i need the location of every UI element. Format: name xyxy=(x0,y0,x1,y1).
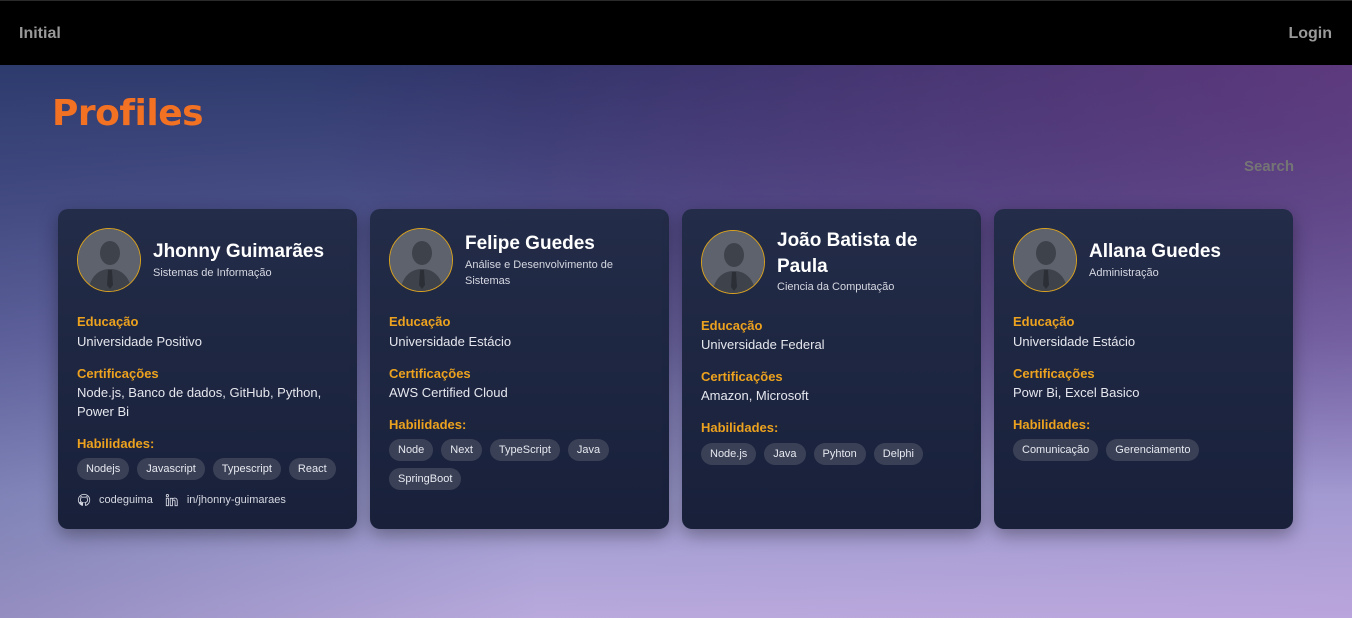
search-input[interactable] xyxy=(1174,158,1294,175)
skills-list: Node.js Java Pyhton Delphi xyxy=(701,443,966,465)
profile-course: Sistemas de Informação xyxy=(153,267,272,279)
skills-label: Habilidades: xyxy=(389,417,467,432)
profile-name: Jhonny Guimarães xyxy=(153,241,325,262)
skill-chip: Delphi xyxy=(873,443,923,465)
profile-card: João Batista de Paula Ciencia da Computa… xyxy=(682,209,981,529)
education-value: Universidade Positivo xyxy=(77,334,203,349)
skills-list: Node Next TypeScript Java SpringBoot xyxy=(389,439,654,490)
profiles-section: Profiles Jhonny Guimarães Sistemas de In… xyxy=(0,65,1352,618)
linkedin-icon xyxy=(165,494,178,507)
education-value: Universidade Federal xyxy=(701,337,825,352)
certifications-label: Certificações xyxy=(701,369,783,384)
nav-initial-link[interactable]: Initial xyxy=(19,25,61,43)
skill-chip: Java xyxy=(567,439,610,461)
person-silhouette-icon xyxy=(390,229,452,291)
skills-list: Comunicação Gerenciamento xyxy=(1013,439,1278,461)
profile-card: Felipe Guedes Análise e Desenvolvimento … xyxy=(370,209,669,529)
profile-course: Administração xyxy=(1089,267,1159,279)
skill-chip: Next xyxy=(441,439,482,461)
skill-chip: Node.js xyxy=(701,443,757,465)
skill-chip: Javascript xyxy=(137,458,205,480)
profile-card: Allana Guedes Administração Educação Uni… xyxy=(994,209,1293,529)
skill-chip: TypeScript xyxy=(489,439,560,461)
skill-chip: Comunicação xyxy=(1013,439,1099,461)
profile-card: Jhonny Guimarães Sistemas de Informação … xyxy=(58,209,357,529)
skill-chip: Node xyxy=(389,439,434,461)
social-links: codeguima in/jhonny-guimaraes xyxy=(77,493,298,507)
avatar xyxy=(701,230,765,294)
page-title: Profiles xyxy=(52,93,204,134)
certifications-value: AWS Certified Cloud xyxy=(389,385,508,400)
skill-chip: Typescript xyxy=(212,458,281,480)
avatar xyxy=(77,228,141,292)
education-label: Educação xyxy=(389,314,451,329)
profile-name: Allana Guedes xyxy=(1089,241,1221,262)
education-value: Universidade Estácio xyxy=(1013,334,1136,349)
skill-chip: React xyxy=(288,458,336,480)
person-silhouette-icon xyxy=(702,231,764,293)
education-label: Educação xyxy=(701,318,763,333)
certifications-label: Certificações xyxy=(389,366,471,381)
nav-login-link[interactable]: Login xyxy=(1288,25,1332,43)
skills-label: Habilidades: xyxy=(701,420,779,435)
linkedin-handle: in/jhonny-guimaraes xyxy=(186,494,286,506)
certifications-value: Powr Bi, Excel Basico xyxy=(1013,385,1140,400)
certifications-value: Node.js, Banco de dados, GitHub, Python,… xyxy=(77,385,322,419)
profile-course: Análise e Desenvolvimento de Sistemas xyxy=(465,259,613,287)
skill-chip: Gerenciamento xyxy=(1106,439,1200,461)
person-silhouette-icon xyxy=(78,229,140,291)
top-navbar: Initial Login xyxy=(0,0,1352,65)
skill-chip: SpringBoot xyxy=(389,468,462,490)
certifications-value: Amazon, Microsoft xyxy=(701,388,809,403)
education-label: Educação xyxy=(1013,314,1075,329)
skills-label: Habilidades: xyxy=(77,436,155,451)
certifications-label: Certificações xyxy=(77,366,159,381)
profile-name: Felipe Guedes xyxy=(465,233,595,254)
github-icon xyxy=(77,493,91,506)
person-silhouette-icon xyxy=(1014,229,1076,291)
skills-list: Nodejs Javascript Typescript React xyxy=(77,458,342,480)
skills-label: Habilidades: xyxy=(1013,417,1091,432)
github-link[interactable]: codeguima xyxy=(77,493,153,507)
skill-chip: Pyhton xyxy=(813,443,866,465)
github-username: codeguima xyxy=(99,494,153,506)
profile-course: Ciencia da Computação xyxy=(777,281,895,293)
avatar xyxy=(1013,228,1077,292)
avatar xyxy=(389,228,453,292)
skill-chip: Nodejs xyxy=(77,458,130,480)
certifications-label: Certificações xyxy=(1013,366,1095,381)
education-label: Educação xyxy=(77,314,139,329)
profile-name: João Batista de Paula xyxy=(777,230,918,277)
skill-chip: Java xyxy=(764,443,806,465)
education-value: Universidade Estácio xyxy=(389,334,512,349)
linkedin-link[interactable]: in/jhonny-guimaraes xyxy=(165,493,286,507)
